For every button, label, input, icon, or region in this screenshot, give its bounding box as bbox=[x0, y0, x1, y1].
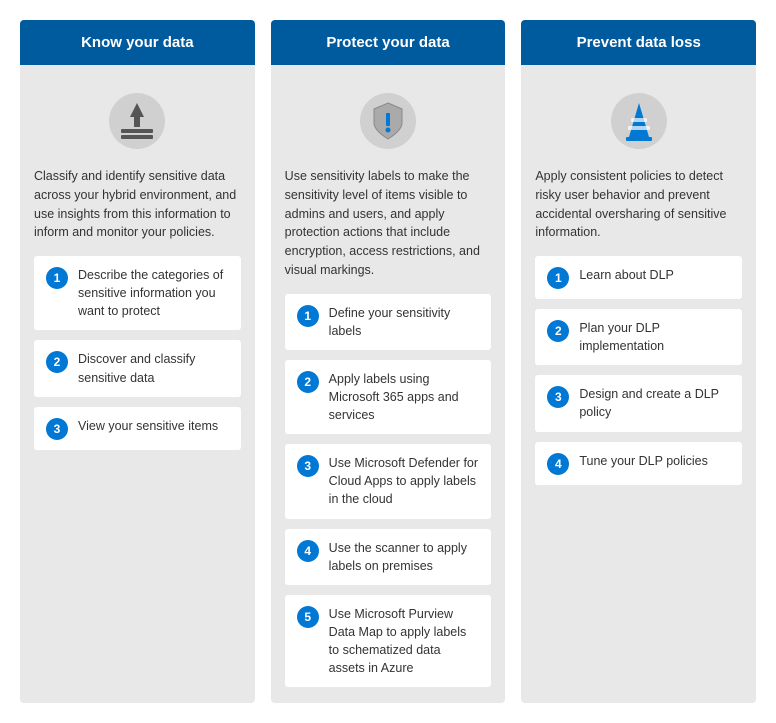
column-know-header: Know your data bbox=[20, 20, 255, 65]
know-step-1-text: Describe the categories of sensitive inf… bbox=[78, 266, 229, 320]
prevent-step-1-number: 1 bbox=[547, 267, 569, 289]
column-prevent: Prevent data loss Apply consistent polic… bbox=[521, 20, 756, 703]
prevent-icon-area bbox=[535, 81, 742, 157]
prevent-step-3-number: 3 bbox=[547, 386, 569, 408]
know-icon-area bbox=[34, 81, 241, 157]
protect-step-4-text: Use the scanner to apply labels on premi… bbox=[329, 539, 480, 575]
column-protect: Protect your data Use sensitivity labels… bbox=[271, 20, 506, 703]
prevent-icon bbox=[609, 91, 669, 151]
protect-step-5-text: Use Microsoft Purview Data Map to apply … bbox=[329, 605, 480, 678]
protect-step-2-number: 2 bbox=[297, 371, 319, 393]
protect-step-5-number: 5 bbox=[297, 606, 319, 628]
know-step-3-number: 3 bbox=[46, 418, 68, 440]
know-step-2[interactable]: 2 Discover and classify sensitive data bbox=[34, 340, 241, 396]
protect-step-3-number: 3 bbox=[297, 455, 319, 477]
prevent-step-2-text: Plan your DLP implementation bbox=[579, 319, 730, 355]
protect-description: Use sensitivity labels to make the sensi… bbox=[285, 167, 492, 280]
column-prevent-header: Prevent data loss bbox=[521, 20, 756, 65]
column-protect-header: Protect your data bbox=[271, 20, 506, 65]
know-step-3-text: View your sensitive items bbox=[78, 417, 218, 435]
know-step-1-number: 1 bbox=[46, 267, 68, 289]
protect-step-2-text: Apply labels using Microsoft 365 apps an… bbox=[329, 370, 480, 424]
protect-step-4-number: 4 bbox=[297, 540, 319, 562]
protect-step-1-number: 1 bbox=[297, 305, 319, 327]
protect-icon-area bbox=[285, 81, 492, 157]
prevent-step-1-text: Learn about DLP bbox=[579, 266, 674, 284]
prevent-step-2-number: 2 bbox=[547, 320, 569, 342]
column-protect-body: Use sensitivity labels to make the sensi… bbox=[271, 65, 506, 703]
protect-step-1[interactable]: 1 Define your sensitivity labels bbox=[285, 294, 492, 350]
main-container: Know your data Classify and identify sen… bbox=[20, 20, 756, 703]
know-step-2-text: Discover and classify sensitive data bbox=[78, 350, 229, 386]
know-icon bbox=[107, 91, 167, 151]
column-know-body: Classify and identify sensitive data acr… bbox=[20, 65, 255, 703]
protect-step-3[interactable]: 3 Use Microsoft Defender for Cloud Apps … bbox=[285, 444, 492, 518]
protect-step-1-text: Define your sensitivity labels bbox=[329, 304, 480, 340]
prevent-step-2[interactable]: 2 Plan your DLP implementation bbox=[535, 309, 742, 365]
protect-step-3-text: Use Microsoft Defender for Cloud Apps to… bbox=[329, 454, 480, 508]
column-prevent-body: Apply consistent policies to detect risk… bbox=[521, 65, 756, 703]
know-step-1[interactable]: 1 Describe the categories of sensitive i… bbox=[34, 256, 241, 330]
know-step-3[interactable]: 3 View your sensitive items bbox=[34, 407, 241, 450]
column-know: Know your data Classify and identify sen… bbox=[20, 20, 255, 703]
protect-step-5[interactable]: 5 Use Microsoft Purview Data Map to appl… bbox=[285, 595, 492, 688]
know-step-2-number: 2 bbox=[46, 351, 68, 373]
prevent-description: Apply consistent policies to detect risk… bbox=[535, 167, 742, 242]
prevent-step-4-number: 4 bbox=[547, 453, 569, 475]
protect-step-4[interactable]: 4 Use the scanner to apply labels on pre… bbox=[285, 529, 492, 585]
prevent-step-4[interactable]: 4 Tune your DLP policies bbox=[535, 442, 742, 485]
prevent-step-3[interactable]: 3 Design and create a DLP policy bbox=[535, 375, 742, 431]
prevent-step-4-text: Tune your DLP policies bbox=[579, 452, 708, 470]
protect-icon bbox=[358, 91, 418, 151]
prevent-step-1[interactable]: 1 Learn about DLP bbox=[535, 256, 742, 299]
protect-step-2[interactable]: 2 Apply labels using Microsoft 365 apps … bbox=[285, 360, 492, 434]
prevent-step-3-text: Design and create a DLP policy bbox=[579, 385, 730, 421]
know-description: Classify and identify sensitive data acr… bbox=[34, 167, 241, 242]
